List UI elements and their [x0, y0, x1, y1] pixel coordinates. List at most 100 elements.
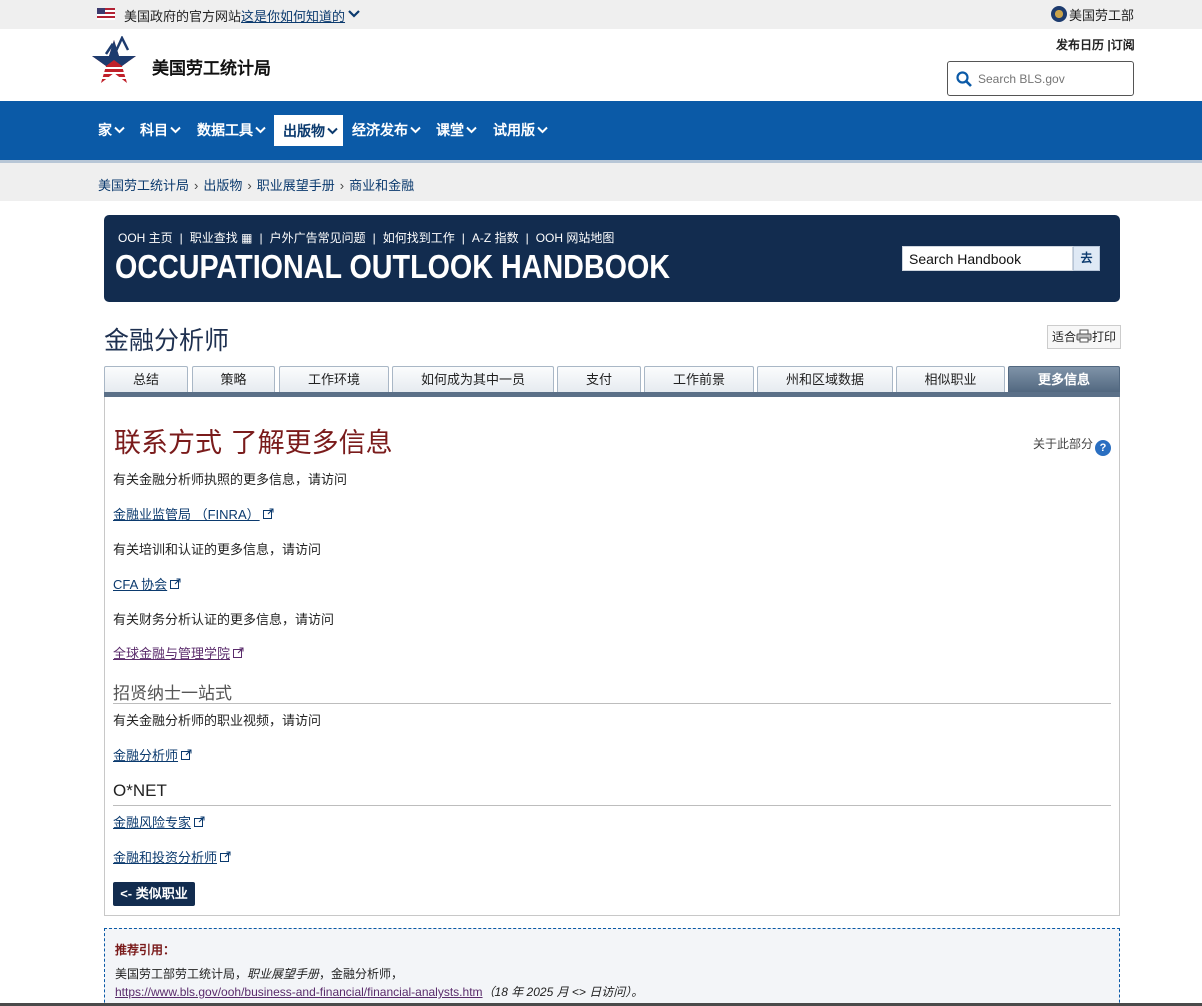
bls-logo-icon[interactable]: [88, 36, 140, 90]
citation-agency: 美国劳工部劳工统计局，: [115, 967, 248, 981]
nav-item-label: 课堂: [436, 122, 464, 138]
financial-analyst-video-link[interactable]: 金融分析师: [113, 745, 192, 764]
printer-icon: [1076, 329, 1092, 343]
breadcrumb-item[interactable]: 美国劳工统计局: [98, 178, 189, 193]
how-to-find-job-link[interactable]: 如何找到工作: [383, 231, 455, 245]
cfa-link-label: CFA 协会: [113, 577, 168, 592]
nav-item-label: 家: [98, 122, 112, 138]
financial-risk-specialist-link[interactable]: 金融风险专家: [113, 812, 205, 831]
site-search-input[interactable]: [978, 70, 1128, 88]
tab-state-area-data[interactable]: 州和区域数据: [757, 366, 893, 392]
nav-item-label: 试用版: [493, 122, 535, 138]
dol-link[interactable]: 美国劳工部: [1069, 5, 1134, 24]
gov-banner-text: 美国政府的官方网站这是你如何知道的: [124, 6, 345, 25]
tab-how-to-become-one[interactable]: 如何成为其中一员: [392, 366, 554, 392]
nav-item-beta[interactable]: 试用版: [489, 115, 548, 146]
heading-rule: [113, 703, 1111, 704]
paragraph-gaafm-intro: 有关财务分析认证的更多信息，请访问: [113, 612, 335, 627]
occupation-finder-link[interactable]: 职业查找: [190, 231, 238, 245]
tab-what-they-do[interactable]: 策略: [192, 366, 275, 392]
print-label: 适合: [1052, 330, 1077, 344]
handbook-search-input[interactable]: [902, 246, 1073, 271]
tab-more-info[interactable]: 更多信息: [1008, 366, 1120, 392]
chevron-down-icon: [537, 126, 548, 134]
similar-occupations-back-button[interactable]: <- 类似职业: [113, 882, 195, 906]
breadcrumb-item[interactable]: 职业展望手册: [257, 178, 335, 193]
global-academy-link[interactable]: 全球金融与管理学院: [113, 643, 244, 662]
investment-link-label: 金融和投资分析师: [113, 850, 218, 865]
citation-text: 美国劳工部劳工统计局，职业展望手册，金融分析师，: [115, 965, 403, 982]
nav-item-classroom[interactable]: 课堂: [432, 115, 477, 146]
occupation-tabs: 总结 策略 工作环境 如何成为其中一员 支付 工作前景 州和区域数据 相似职业 …: [104, 366, 1120, 392]
nav-item-subjects[interactable]: 科目: [136, 115, 181, 146]
printer-friendly-button[interactable]: 适合 打印: [1047, 325, 1121, 349]
nav-item-label: 经济发布: [352, 122, 408, 138]
citation-url-link[interactable]: https://www.bls.gov/ooh/business-and-fin…: [115, 985, 483, 999]
paragraph-video-intro: 有关金融分析师的职业视频，请访问: [113, 713, 322, 728]
risk-link-label: 金融风险专家: [113, 815, 192, 830]
video-link-label: 金融分析师: [113, 748, 179, 763]
citation-box: 推荐引用： 美国劳工部劳工统计局，职业展望手册，金融分析师， https://w…: [104, 928, 1120, 1006]
ooh-sitemap-link[interactable]: OOH 网站地图: [536, 231, 615, 245]
external-link-icon: [194, 816, 205, 827]
nav-item-economic-releases[interactable]: 经济发布: [348, 115, 421, 146]
help-icon[interactable]: ?: [1095, 440, 1112, 456]
chevron-down-icon: [327, 127, 338, 135]
external-link-icon: [233, 647, 244, 658]
site-search[interactable]: [947, 61, 1134, 96]
search-icon[interactable]: [956, 71, 972, 87]
citation-heading: 推荐引用：: [115, 943, 176, 957]
about-this-section[interactable]: 关于此部分?: [1033, 435, 1112, 456]
external-link-icon: [220, 851, 231, 862]
citation-accessed: （18 年 2025 月 <> 日访问）。: [482, 985, 644, 999]
paragraph-finra-intro: 有关金融分析师执照的更多信息，请访问: [113, 472, 348, 487]
print-label: 打印: [1092, 330, 1117, 344]
site-title[interactable]: 美国劳工统计局: [152, 54, 271, 79]
breadcrumb-separator-icon: ›: [247, 178, 252, 193]
cfa-institute-link[interactable]: CFA 协会: [113, 574, 181, 593]
chevron-down-icon: [170, 126, 181, 134]
ooh-link-separator: |: [259, 231, 263, 245]
heading-rule: [113, 805, 1111, 806]
citation-publication: 职业展望手册: [247, 967, 320, 981]
tab-similar-occupations[interactable]: 相似职业: [896, 366, 1005, 392]
breadcrumb: 美国劳工统计局 › 出版物 › 职业展望手册 › 商业和金融: [0, 163, 1202, 201]
page-title: 金融分析师: [104, 326, 230, 355]
external-link-icon: [170, 578, 181, 589]
nav-item-label: 出版物: [283, 123, 325, 139]
ooh-home-link[interactable]: OOH 主页: [118, 231, 173, 245]
main-nav: 家 科目 数据工具 出版物 经济发布 课堂 试用版: [0, 101, 1202, 160]
grid-icon: ▦: [241, 231, 253, 245]
handbook-search-go-button[interactable]: 去: [1073, 246, 1100, 271]
tab-summary[interactable]: 总结: [104, 366, 188, 392]
finra-link[interactable]: 金融业监管局 （FINRA）: [113, 504, 274, 523]
a-z-index-link[interactable]: A-Z 指数: [472, 231, 519, 245]
breadcrumb-item[interactable]: 出版物: [203, 178, 242, 193]
chevron-down-icon: [114, 126, 125, 134]
ooh-link-separator: |: [372, 231, 376, 245]
chevron-down-icon: [466, 126, 477, 134]
citation-url-line: https://www.bls.gov/ooh/business-and-fin…: [115, 983, 643, 1000]
external-link-icon: [262, 508, 274, 519]
finra-link-label: 金融业监管局 （FINRA）: [113, 507, 260, 522]
breadcrumb-item[interactable]: 商业和金融: [349, 178, 414, 193]
gov-banner: 美国政府的官方网站这是你如何知道的 美国劳工部: [0, 0, 1202, 29]
nav-item-publications[interactable]: 出版物: [274, 115, 343, 146]
onet-heading: O*NET: [113, 781, 167, 800]
tab-pay[interactable]: 支付: [557, 366, 641, 392]
breadcrumb-list: 美国劳工统计局 › 出版物 › 职业展望手册 › 商业和金融: [98, 175, 414, 194]
financial-investment-analyst-link[interactable]: 金融和投资分析师: [113, 847, 231, 866]
ooh-nav-links: OOH 主页 | 职业查找 ▦ | 户外广告常见问题 | 如何找到工作 | A-Z 指数 | OOH…: [118, 229, 614, 246]
tab-job-outlook[interactable]: 工作前景: [644, 366, 754, 392]
ooh-title[interactable]: OCCUPATIONAL OUTLOOK HANDBOOK: [115, 248, 670, 286]
ooh-banner: OOH 主页 | 职业查找 ▦ | 户外广告常见问题 | 如何找到工作 | A-Z 指数 | OOH…: [104, 215, 1120, 302]
how-you-know-link[interactable]: 这是你如何知道的: [241, 9, 345, 24]
release-calendar-subscribe-links[interactable]: 发布日历 |订阅: [1056, 36, 1135, 53]
breadcrumb-separator-icon: ›: [194, 178, 199, 193]
chevron-down-icon[interactable]: [347, 7, 361, 21]
tab-work-environment[interactable]: 工作环境: [279, 366, 389, 392]
nav-item-label: 科目: [140, 122, 168, 138]
nav-item-data-tools[interactable]: 数据工具: [193, 115, 266, 146]
ooh-faq-link[interactable]: 户外广告常见问题: [270, 231, 366, 245]
nav-item-home[interactable]: 家: [94, 115, 125, 146]
